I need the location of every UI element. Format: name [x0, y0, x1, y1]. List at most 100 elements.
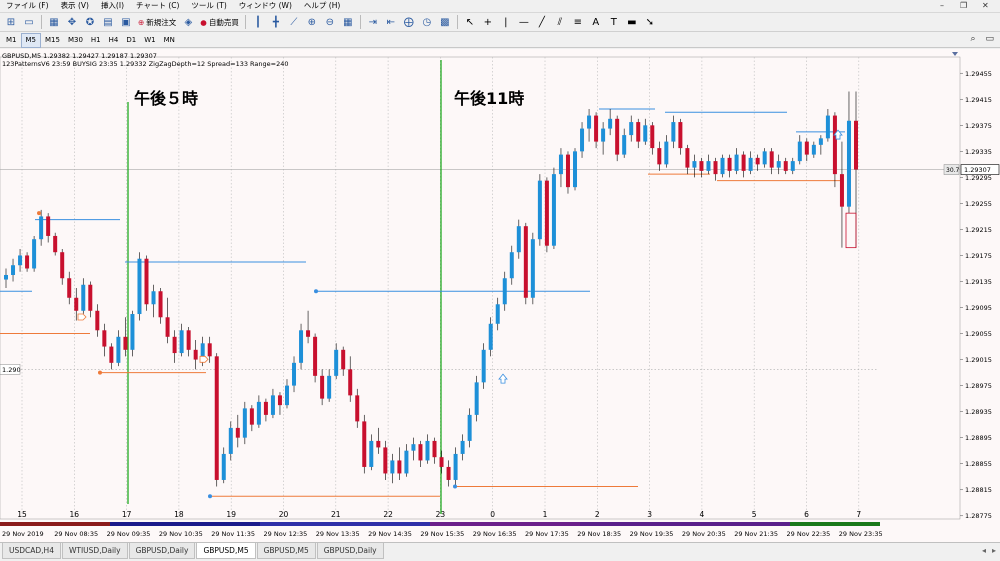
tab-gbpusd-m5-active[interactable]: GBPUSD,M5: [196, 543, 256, 559]
tab-scroll-right-icon[interactable]: ▸: [992, 546, 996, 555]
equidistant-channel-icon[interactable]: ⫽: [552, 14, 568, 30]
timeframe-mn[interactable]: MN: [160, 34, 179, 47]
metaeditor-icon[interactable]: ◈: [180, 14, 196, 30]
bear-candle: [341, 349, 346, 370]
menu-tools[interactable]: ツール (T): [185, 0, 232, 12]
auto-scroll-icon[interactable]: ⇥: [365, 14, 381, 30]
terminal-icon[interactable]: ▤: [100, 14, 116, 30]
menu-file[interactable]: ファイル (F): [0, 0, 55, 12]
price-chart[interactable]: 1.29455 1.29415 1.29375 1.29335 1.29295 1.292…: [0, 49, 1000, 542]
crosshair-icon[interactable]: +: [480, 14, 496, 30]
bear-candle: [615, 118, 620, 155]
bull-candle: [221, 453, 226, 480]
navigator-icon[interactable]: ✪: [82, 14, 98, 30]
arrows-icon[interactable]: ➘: [642, 14, 658, 30]
bull-candle: [474, 382, 479, 415]
bear-candle: [95, 310, 100, 331]
tab-usdcad-h4[interactable]: USDCAD,H4: [2, 543, 61, 559]
cursor-icon[interactable]: ↖: [462, 14, 478, 30]
minimize-icon[interactable]: –: [940, 0, 944, 12]
zoom-in-icon[interactable]: ⊕: [304, 14, 320, 30]
tab-gbpusd-daily[interactable]: GBPUSD,Daily: [128, 543, 196, 559]
time-axis-label: 29 Nov 22:35: [787, 530, 831, 538]
bear-candle: [439, 457, 444, 467]
timeframe-m5[interactable]: M5: [20, 32, 41, 48]
tile-windows-icon[interactable]: ▦: [340, 14, 356, 30]
bull-candle: [425, 440, 430, 461]
candlestick-icon[interactable]: ╋: [268, 14, 284, 30]
left-price-tag: 1.290: [2, 366, 21, 374]
restore-icon[interactable]: ❐: [960, 0, 967, 12]
chart-window[interactable]: 1.29455 1.29415 1.29375 1.29335 1.29295 1.292…: [0, 49, 1000, 542]
indicators-icon[interactable]: ⨁: [401, 14, 417, 30]
bear-candle: [636, 122, 641, 142]
timeframe-m1[interactable]: M1: [2, 34, 21, 47]
tab-wtiusd-daily[interactable]: WTIUSD,Daily: [61, 543, 128, 559]
new-chart-icon[interactable]: ⊞: [3, 14, 19, 30]
chart-shift-icon[interactable]: ⇤: [383, 14, 399, 30]
bar-chart-icon[interactable]: ┃: [250, 14, 266, 30]
timeframe-d1[interactable]: D1: [122, 34, 140, 47]
bull-candle: [580, 128, 585, 152]
chat-icon[interactable]: ▭: [985, 34, 994, 44]
menu-help[interactable]: ヘルプ (H): [298, 0, 346, 12]
bear-candle: [397, 460, 402, 474]
text-label-button[interactable]: T: [606, 14, 622, 30]
tab-gbpusd-daily-2[interactable]: GBPUSD,Daily: [316, 543, 384, 559]
close-icon[interactable]: ✕: [982, 0, 989, 12]
vertical-line-icon[interactable]: |: [498, 14, 514, 30]
trendline-icon[interactable]: ╱: [534, 14, 550, 30]
market-watch-icon[interactable]: ▦: [46, 14, 62, 30]
bear-candle: [769, 151, 774, 168]
profiles-icon[interactable]: ▭: [21, 14, 37, 30]
strategy-tester-icon[interactable]: ▣: [118, 14, 134, 30]
bear-candle: [565, 154, 570, 188]
search-icon[interactable]: ⌕: [970, 34, 975, 44]
toolbar-separator: [41, 15, 42, 29]
tab-scroll-left-icon[interactable]: ◂: [982, 546, 986, 555]
bull-candle: [573, 151, 578, 188]
bear-candle: [193, 349, 198, 360]
timeframe-bar: M1 M5 M15 M30 H1 H4 D1 W1 MN ⌕ ▭: [0, 32, 1000, 48]
bull-candle: [797, 141, 802, 162]
timeframe-m15[interactable]: M15: [41, 34, 64, 47]
bull-candle: [825, 115, 830, 139]
horizontal-line-icon[interactable]: —: [516, 14, 532, 30]
menu-insert[interactable]: 挿入(I): [95, 0, 130, 12]
hour-label: 4: [700, 510, 705, 519]
bull-candle: [390, 460, 395, 474]
menu-window[interactable]: ウィンドウ (W): [233, 0, 298, 12]
data-window-icon[interactable]: ✥: [64, 14, 80, 30]
bull-candle: [453, 453, 458, 480]
menu-chart[interactable]: チャート (C): [130, 0, 185, 12]
new-order-button[interactable]: ⊕ 新規注文: [136, 14, 178, 30]
auto-trading-button[interactable]: ● 自動売買: [198, 14, 241, 30]
time-axis-label: 29 Nov 18:35: [577, 530, 621, 538]
bear-candle: [418, 444, 423, 461]
bull-candle: [671, 122, 676, 142]
bear-candle: [854, 120, 858, 170]
timeframe-h1[interactable]: H1: [87, 34, 105, 47]
spread-tag: 30.7: [946, 167, 960, 174]
rectangle-icon[interactable]: ▬: [624, 14, 640, 30]
templates-icon[interactable]: ▩: [437, 14, 453, 30]
timeframe-w1[interactable]: W1: [140, 34, 159, 47]
menu-view[interactable]: 表示 (V): [55, 0, 95, 12]
hour-label: 19: [226, 510, 236, 519]
chart-tabs: USDCAD,H4 WTIUSD,Daily GBPUSD,Daily GBPU…: [0, 542, 1000, 561]
bull-candle: [39, 216, 44, 240]
bull-candle: [762, 151, 767, 165]
fibonacci-icon[interactable]: ≡: [570, 14, 586, 30]
time-axis-label: 29 Nov 10:35: [159, 530, 203, 538]
zoom-out-icon[interactable]: ⊖: [322, 14, 338, 30]
bull-candle: [404, 450, 409, 474]
bear-candle: [60, 252, 65, 279]
line-chart-icon[interactable]: ⟋: [286, 14, 302, 30]
timeframe-m30[interactable]: M30: [64, 34, 87, 47]
time-axis-label: 29 Nov 15:35: [420, 530, 464, 538]
timeframe-h4[interactable]: H4: [105, 34, 123, 47]
text-tool-button[interactable]: A: [588, 14, 604, 30]
periods-icon[interactable]: ◷: [419, 14, 435, 30]
bull-candle: [502, 278, 507, 305]
tab-gbpusd-m5[interactable]: GBPUSD,M5: [256, 543, 316, 559]
